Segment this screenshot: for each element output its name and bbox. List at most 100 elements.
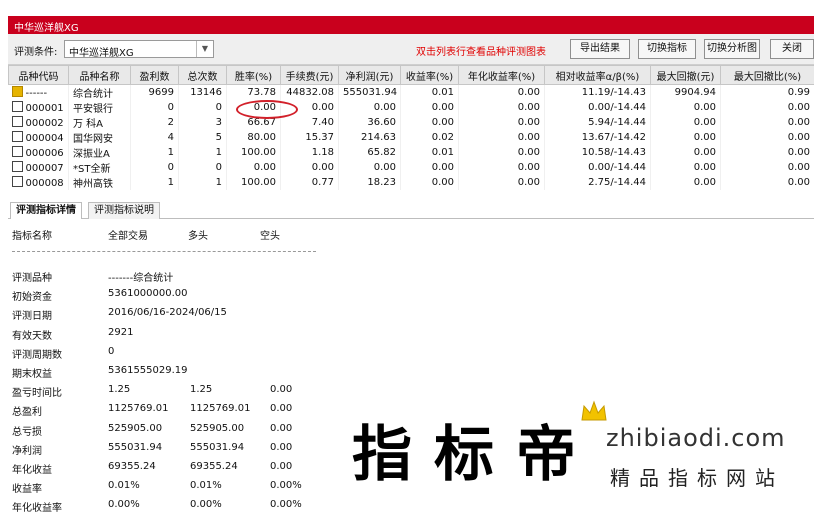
cell-relative: 2.75/-14.44 [544, 175, 651, 190]
cell-fee: 0.77 [280, 175, 339, 190]
cell-annual: 0.00 [458, 100, 545, 115]
detail-row-label: 有效天数 [12, 331, 52, 342]
cell-name: 万 科A [68, 115, 131, 130]
detail-row-v2: 0.01% [190, 480, 222, 491]
cell-code-text: 000006 [25, 148, 64, 159]
close-button[interactable]: 关闭 [770, 39, 814, 59]
cell-annual: 0.00 [458, 175, 545, 190]
checkbox-icon[interactable] [11, 161, 23, 172]
toolbar: 评测条件: 中华巡洋舰XG ▼ 双击列表行查看品种评测图表 导出结果 切换指标 … [8, 34, 814, 65]
cell-profit: 555031.94 [338, 84, 401, 100]
cell-maxddr: 0.00 [720, 175, 814, 190]
detail-row-v3: 0.00% [270, 480, 302, 491]
cell-fee: 44832.08 [280, 84, 339, 100]
cell-code: 000006 [8, 145, 69, 160]
export-button[interactable]: 导出结果 [570, 39, 630, 59]
table-row[interactable]: 000007 *ST全新 0 0 0.00 0.00 0.00 0.00 0.00 0.00/-1… [8, 160, 814, 175]
col-header-max-drawdown[interactable]: 最大回撤(元) [650, 65, 721, 85]
cell-profit: 65.82 [338, 145, 401, 160]
detail-row-v3: 0.00 [270, 423, 293, 434]
detail-row-v1: 0.00% [108, 499, 140, 510]
folder-icon[interactable] [11, 86, 23, 97]
col-header-name[interactable]: 品种名称 [68, 65, 131, 85]
detail-row-label: 净利润 [12, 446, 42, 457]
cell-code-text: 000002 [25, 118, 64, 129]
detail-row-v2: 525905.00 [190, 423, 245, 434]
cell-code-text: 000004 [25, 133, 64, 144]
cell-maxddr: 0.00 [720, 115, 814, 130]
table-row[interactable]: 000006 深振业A 1 1 100.00 1.18 65.82 0.01 0.00 10.58… [8, 145, 814, 160]
cell-ret: 0.00 [400, 160, 459, 175]
criteria-value: 中华巡洋舰XG [69, 48, 134, 59]
cell-code: 000004 [8, 130, 69, 145]
cell-fee: 0.00 [280, 160, 339, 175]
cell-code-text: 000007 [25, 163, 64, 174]
cell-relative: 5.94/-14.44 [544, 115, 651, 130]
cell-winrate: 0.00 [226, 160, 281, 175]
detail-row-v1: 555031.94 [108, 442, 163, 453]
checkbox-icon[interactable] [11, 116, 23, 127]
table-row[interactable]: ------ 综合统计 9699 13146 73.78 44832.08 555031.9… [8, 84, 814, 100]
tab-explain[interactable]: 评测指标说明 [88, 202, 160, 219]
switch-chart-button[interactable]: 切换分析图 [704, 39, 760, 59]
col-header-fee[interactable]: 手续费(元) [280, 65, 339, 85]
cell-profit: 0.00 [338, 100, 401, 115]
cell-annual: 0.00 [458, 160, 545, 175]
detail-row-v3: 0.00% [270, 499, 302, 510]
col-header-return[interactable]: 收益率(%) [400, 65, 459, 85]
cell-wins: 0 [130, 160, 179, 175]
col-header-wins[interactable]: 盈利数 [130, 65, 179, 85]
hint-text: 双击列表行查看品种评测图表 [416, 47, 546, 58]
table-row[interactable]: 000001 平安银行 0 0 0.00 0.00 0.00 0.00 0.00 0.00/-14… [8, 100, 814, 115]
cell-maxdd: 9904.94 [650, 84, 721, 100]
table-row[interactable]: 000008 神州高铁 1 1 100.00 0.77 18.23 0.00 0.00 2.75/… [8, 175, 814, 190]
cell-relative: 11.19/-14.43 [544, 84, 651, 100]
detail-row-label: 总盈利 [12, 407, 42, 418]
tab-detail[interactable]: 评测指标详情 [10, 202, 82, 219]
col-header-max-drawdown-ratio[interactable]: 最大回撤比(%) [720, 65, 814, 85]
cell-relative: 0.00/-14.44 [544, 160, 651, 175]
title-bar[interactable]: 中华巡洋舰XG [8, 16, 814, 34]
detail-row-v3: 0.00 [270, 442, 293, 453]
detail-row-v1: 1125769.01 [108, 403, 169, 414]
detail-row-v1: 1.25 [108, 384, 131, 395]
cell-maxdd: 0.00 [650, 160, 721, 175]
detail-divider [12, 251, 316, 252]
cell-ret: 0.00 [400, 115, 459, 130]
cell-total: 0 [178, 160, 227, 175]
detail-row-v1: 525905.00 [108, 423, 163, 434]
detail-row-v1: 5361000000.00 [108, 288, 188, 299]
col-header-annual-return[interactable]: 年化收益率(%) [458, 65, 545, 85]
cell-name: 国华网安 [68, 130, 131, 145]
checkbox-icon[interactable] [11, 176, 23, 187]
col-header-relative-return[interactable]: 相对收益率α/β(%) [544, 65, 651, 85]
cell-wins: 0 [130, 100, 179, 115]
cell-ret: 0.01 [400, 145, 459, 160]
col-header-total[interactable]: 总次数 [178, 65, 227, 85]
cell-code: ------ [8, 84, 69, 100]
detail-row-v3: 0.00 [270, 384, 293, 395]
table-row[interactable]: 000002 万 科A 2 3 66.67 7.40 36.60 0.00 0.00 5.94/-… [8, 115, 814, 130]
highlight-circle [236, 100, 298, 119]
cell-fee: 15.37 [280, 130, 339, 145]
cell-name: 深振业A [68, 145, 131, 160]
detail-row-label: 年化收益率 [12, 503, 62, 514]
cell-annual: 0.00 [458, 130, 545, 145]
criteria-select[interactable]: 中华巡洋舰XG ▼ [64, 40, 214, 59]
col-header-profit[interactable]: 净利润(元) [338, 65, 401, 85]
detail-row-v1: 2921 [108, 327, 134, 338]
col-header-winrate[interactable]: 胜率(%) [226, 65, 281, 85]
detail-header-name: 指标名称 [12, 231, 52, 242]
cell-maxddr: 0.99 [720, 84, 814, 100]
cell-winrate: 100.00 [226, 175, 281, 190]
chevron-down-icon[interactable]: ▼ [196, 41, 213, 57]
table-row[interactable]: 000004 国华网安 4 5 80.00 15.37 214.63 0.02 0.00 13.6… [8, 130, 814, 145]
cell-profit: 18.23 [338, 175, 401, 190]
col-header-code[interactable]: 品种代码 [8, 65, 69, 85]
switch-indicator-button[interactable]: 切换指标 [638, 39, 696, 59]
checkbox-icon[interactable] [11, 131, 23, 142]
checkbox-icon[interactable] [11, 101, 23, 112]
detail-tabs: 评测指标详情 评测指标说明 [8, 200, 814, 219]
detail-row-v1: -------综合统计 [108, 273, 174, 284]
checkbox-icon[interactable] [11, 146, 23, 157]
